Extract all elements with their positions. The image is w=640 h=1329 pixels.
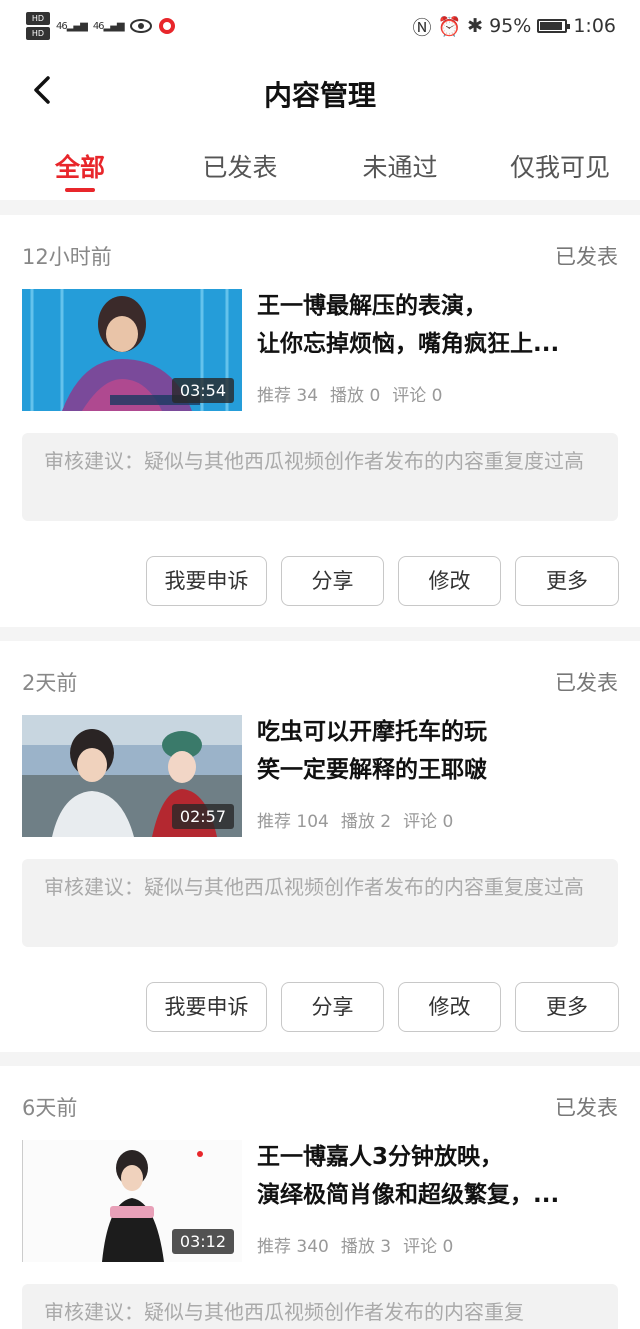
- appeal-button[interactable]: 我要申诉: [146, 982, 267, 1032]
- share-button[interactable]: 分享: [281, 556, 384, 606]
- review-advice: 审核建议：疑似与其他西瓜视频创作者发布的内容重复: [22, 1284, 618, 1329]
- play-count: 播放 3: [340, 1237, 392, 1257]
- more-button[interactable]: 更多: [515, 556, 619, 606]
- content-card: 6天前 已发表 03:12 王一博嘉人3分钟放映， 演绎极简肖像和超级繁复，..…: [0, 1066, 640, 1329]
- hd-badges: HD HD: [26, 12, 50, 40]
- video-duration: 03:12: [171, 1229, 234, 1254]
- eye-icon: [129, 19, 152, 33]
- video-title-line: 吃虫可以开摩托车的玩: [257, 719, 487, 745]
- video-thumbnail[interactable]: 03:12: [22, 1140, 242, 1262]
- video-title-line: 笑一定要解释的王耶啵: [257, 757, 487, 783]
- video-duration: 03:54: [171, 378, 234, 403]
- video-title-line: 让你忘掉烦恼，嘴角疯狂上...: [257, 331, 560, 357]
- bluetooth-icon: ✱: [467, 15, 484, 37]
- alarm-icon: ⏰: [437, 15, 462, 38]
- edit-button[interactable]: 修改: [398, 556, 501, 606]
- video-metrics: 推荐 104 播放 2 评论 0: [257, 807, 453, 832]
- clock: 1:06: [573, 15, 616, 37]
- signal-1: 46▂▄▆: [56, 20, 88, 32]
- video-thumbnail[interactable]: 03:54: [22, 289, 242, 411]
- battery-percent: 95%: [489, 15, 532, 37]
- tab-rejected[interactable]: 未通过: [330, 148, 470, 184]
- video-title-line: 王一博嘉人3分钟放映，: [257, 1144, 504, 1170]
- video-duration: 02:57: [171, 804, 234, 829]
- video-title-line: 王一博最解压的表演，: [257, 293, 487, 319]
- action-bar: 我要申诉 分享 修改 更多: [0, 556, 640, 606]
- post-status: 已发表: [555, 1096, 618, 1120]
- tab-bar: 全部 已发表 未通过 仅我可见: [0, 130, 640, 200]
- review-advice: 审核建议：疑似与其他西瓜视频创作者发布的内容重复度过高: [22, 859, 618, 947]
- comment-count: 评论 0: [392, 386, 443, 406]
- post-time: 12小时前: [22, 245, 112, 269]
- content-card: 2天前 已发表 02:57 吃虫可以开摩托车的玩 笑一定要解释的王耶啵 推荐 1…: [0, 641, 640, 1052]
- review-advice: 审核建议：疑似与其他西瓜视频创作者发布的内容重复度过高: [22, 433, 618, 521]
- video-thumbnail[interactable]: 02:57: [22, 715, 242, 837]
- page-title: 内容管理: [263, 79, 376, 112]
- nfc-icon: Ⓝ: [412, 16, 432, 39]
- video-title[interactable]: 王一博嘉人3分钟放映， 演绎极简肖像和超级繁复，...: [257, 1138, 617, 1214]
- video-title[interactable]: 吃虫可以开摩托车的玩 笑一定要解释的王耶啵: [257, 713, 617, 789]
- post-status: 已发表: [555, 671, 618, 695]
- edit-button[interactable]: 修改: [398, 982, 501, 1032]
- recommend-count: 推荐 104: [257, 812, 329, 832]
- recommend-count: 推荐 340: [257, 1237, 329, 1257]
- post-time: 2天前: [22, 671, 78, 695]
- share-button[interactable]: 分享: [281, 982, 384, 1032]
- app-notification-icon: [158, 18, 175, 34]
- hd-badge: HD: [26, 12, 50, 25]
- action-bar: 我要申诉 分享 修改 更多: [0, 982, 640, 1032]
- tab-private[interactable]: 仅我可见: [490, 148, 630, 184]
- header: 内容管理: [0, 52, 640, 130]
- recommend-count: 推荐 34: [257, 386, 319, 406]
- video-title-line: 演绎极简肖像和超级繁复，...: [257, 1182, 560, 1208]
- active-tab-indicator: [65, 188, 95, 192]
- video-title[interactable]: 王一博最解压的表演， 让你忘掉烦恼，嘴角疯狂上...: [257, 287, 617, 363]
- hd-badge: HD: [26, 27, 50, 40]
- appeal-button[interactable]: 我要申诉: [146, 556, 267, 606]
- comment-count: 评论 0: [403, 1237, 454, 1257]
- post-time: 6天前: [22, 1096, 78, 1120]
- tab-published[interactable]: 已发表: [170, 148, 310, 184]
- signal-2: 46▂▄▆: [92, 20, 125, 32]
- status-bar: HD HD 46▂▄▆ 46▂▄▆ Ⓝ ⏰ ✱ 95% 1:06: [0, 0, 640, 52]
- play-count: 播放 0: [330, 386, 381, 406]
- video-metrics: 推荐 340 播放 3 评论 0: [257, 1232, 453, 1257]
- status-bar-left: HD HD 46▂▄▆ 46▂▄▆: [26, 8, 176, 44]
- content-card: 12小时前 已发表 03:54 王一博最解压的表演， 让你忘掉烦恼，嘴角疯狂上.…: [0, 215, 640, 627]
- comment-count: 评论 0: [403, 812, 454, 832]
- tab-all[interactable]: 全部: [10, 148, 150, 184]
- battery-icon: [537, 19, 571, 33]
- more-button[interactable]: 更多: [515, 982, 619, 1032]
- video-metrics: 推荐 34 播放 0 评论 0: [257, 381, 443, 406]
- status-bar-right: Ⓝ ⏰ ✱ 95% 1:06: [412, 12, 616, 40]
- play-count: 播放 2: [340, 812, 392, 832]
- post-status: 已发表: [555, 245, 618, 269]
